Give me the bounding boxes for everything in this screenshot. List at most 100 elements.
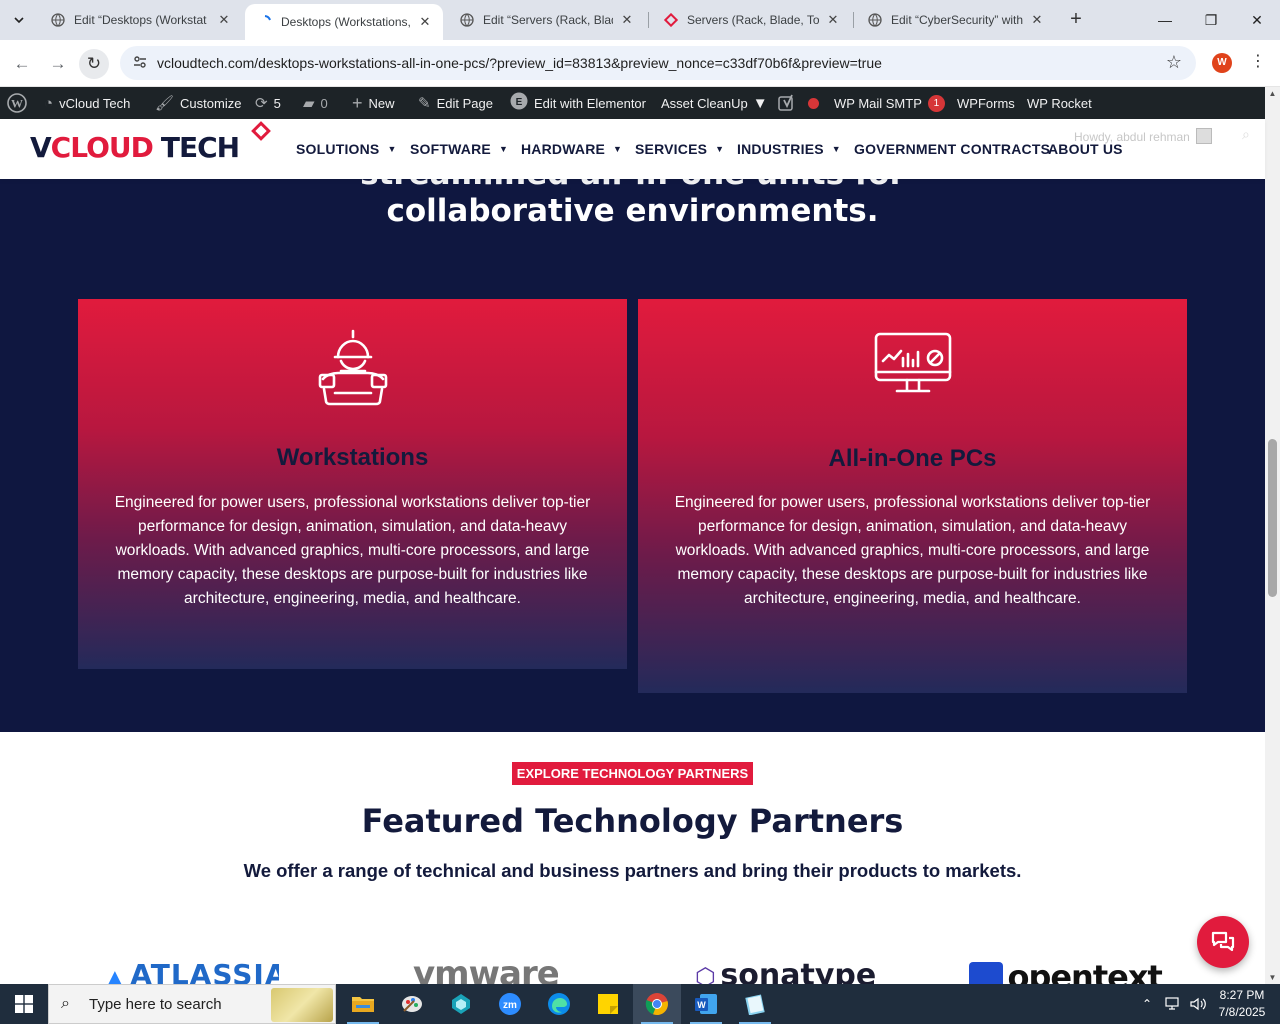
new-label: New — [368, 95, 395, 111]
wpforms-label: WPForms — [957, 95, 1015, 111]
search-icon: ⌕ — [61, 995, 70, 1012]
updates-count: 5 — [273, 95, 281, 111]
adminbar-edit-page[interactable]: ✎ Edit Page — [418, 87, 493, 119]
menu-government-contracts[interactable]: GOVERNMENT CONTRACTS — [854, 141, 1050, 157]
howdy-user[interactable]: Howdy, abdul rehman — [1074, 128, 1212, 144]
paintbrush-icon: 🖌 — [155, 95, 175, 112]
scroll-thumb[interactable] — [1268, 439, 1277, 597]
opentext-square-icon — [969, 962, 1003, 984]
adminbar-wp-rocket[interactable]: WP Rocket — [1027, 87, 1092, 119]
tab-desktops-preview[interactable]: Desktops (Workstations, ✕ — [245, 4, 443, 40]
search-placeholder: Type here to search — [89, 996, 222, 1013]
tab-edit-servers[interactable]: Edit “Servers (Rack, Blade ✕ — [447, 4, 645, 36]
adminbar-updates[interactable]: ⟳ 5 — [255, 87, 281, 119]
yoast-icon[interactable] — [778, 87, 796, 119]
tab-edit-desktops[interactable]: Edit “Desktops (Workstat ✕ — [38, 4, 242, 36]
card-title: Workstations — [276, 444, 429, 471]
browser-menu-icon[interactable]: ⋮ — [1250, 51, 1266, 71]
new-tab-plus-icon[interactable]: + — [1064, 8, 1088, 32]
taskbar-search-input[interactable]: ⌕ Type here to search — [48, 984, 336, 1024]
scroll-down-icon[interactable]: ▼ — [1265, 973, 1280, 982]
profile-avatar[interactable]: W — [1212, 53, 1232, 73]
site-settings-icon[interactable] — [132, 54, 150, 72]
close-tab-icon[interactable]: ✕ — [417, 14, 433, 30]
wp-mail-smtp-label: WP Mail SMTP — [834, 95, 922, 111]
close-tab-icon[interactable]: ✕ — [1029, 12, 1045, 28]
windows-start-icon[interactable] — [0, 984, 48, 1024]
close-tab-icon[interactable]: ✕ — [619, 12, 635, 28]
browser-tab-strip: Edit “Desktops (Workstat ✕ Desktops (Wor… — [0, 0, 1280, 40]
logo-text: vmware — [413, 954, 558, 984]
site-name-label: vCloud Tech — [59, 95, 131, 111]
adminbar-comments[interactable]: ▰ 0 — [303, 87, 328, 119]
browser-toolbar: ← → ↻ vcloudtech.com/desktops-workstatio… — [0, 40, 1280, 87]
minimize-icon[interactable]: — — [1142, 0, 1188, 40]
close-window-icon[interactable]: ✕ — [1234, 0, 1280, 40]
forward-arrow-icon[interactable]: → — [43, 49, 73, 79]
clock-date: 7/8/2025 — [1218, 1005, 1266, 1019]
edge-browser-icon[interactable] — [535, 984, 583, 1024]
tab-title: Edit “Servers (Rack, Blade — [483, 13, 613, 27]
menu-hardware[interactable]: HARDWARE ▼ — [521, 141, 622, 157]
close-tab-icon[interactable]: ✕ — [825, 12, 841, 28]
volume-icon[interactable] — [1190, 984, 1208, 1024]
teal-app-icon[interactable] — [437, 984, 485, 1024]
adminbar-site-name[interactable]: ◔ vCloud Tech — [44, 87, 130, 119]
adminbar-new[interactable]: + New — [352, 87, 395, 119]
paint-app-icon[interactable] — [388, 984, 436, 1024]
red-status-dot[interactable] — [808, 87, 819, 119]
pencil-icon: ✎ — [418, 95, 431, 112]
page-scrollbar[interactable]: ▲ ▼ — [1265, 87, 1280, 984]
card-description: Engineered for power users, professional… — [114, 494, 591, 607]
chrome-browser-icon[interactable] — [633, 984, 681, 1024]
close-tab-icon[interactable]: ✕ — [216, 12, 232, 28]
restore-icon[interactable]: ❐ — [1188, 0, 1234, 40]
scroll-up-icon[interactable]: ▲ — [1265, 89, 1280, 98]
zoom-icon[interactable]: zm — [486, 984, 534, 1024]
file-explorer-icon[interactable] — [339, 984, 387, 1024]
chevron-down-icon: ▼ — [715, 144, 725, 154]
svg-text:W: W — [11, 97, 23, 111]
url-text[interactable]: vcloudtech.com/desktops-workstations-all… — [157, 55, 882, 71]
tab-edit-cybersecurity[interactable]: Edit “CyberSecurity” with ✕ — [855, 4, 1055, 36]
adminbar-customize[interactable]: 🖌 Customize — [155, 87, 241, 119]
adminbar-wpforms[interactable]: WPForms — [957, 87, 1015, 119]
search-icon[interactable]: ⌕ — [1242, 126, 1250, 143]
adminbar-edit-elementor[interactable]: E Edit with Elementor — [510, 87, 646, 119]
tab-title: Edit “Desktops (Workstat — [74, 13, 207, 27]
tab-search-button[interactable] — [6, 8, 32, 32]
card-description: Engineered for power users, professional… — [674, 494, 1151, 607]
bookmark-star-icon[interactable]: ☆ — [1166, 52, 1182, 73]
word-icon[interactable]: W — [682, 984, 730, 1024]
notepad-icon[interactable] — [731, 984, 779, 1024]
tab-separator — [648, 12, 649, 28]
taskbar-clock[interactable]: 8:27 PM 7/8/2025 — [1212, 987, 1272, 1021]
address-bar[interactable]: vcloudtech.com/desktops-workstations-all… — [120, 46, 1196, 80]
wordpress-logo-icon[interactable]: W — [7, 87, 27, 119]
menu-software[interactable]: SOFTWARE ▼ — [410, 141, 508, 157]
sticky-notes-icon[interactable] — [584, 984, 632, 1024]
adminbar-wp-mail-smtp[interactable]: WP Mail SMTP 1 — [834, 87, 945, 119]
vcloud-tech-logo[interactable]: VCLOUD TECH — [30, 131, 240, 164]
back-arrow-icon[interactable]: ← — [7, 49, 37, 79]
adminbar-asset-cleanup[interactable]: Asset CleanUp ▼ — [661, 87, 768, 119]
globe-icon — [867, 12, 883, 28]
edit-page-label: Edit Page — [436, 95, 493, 111]
chevron-down-icon: ▼ — [831, 144, 841, 154]
menu-services[interactable]: SERVICES ▼ — [635, 141, 724, 157]
tab-title: Desktops (Workstations, — [281, 15, 411, 29]
chat-button[interactable] — [1197, 916, 1249, 968]
tab-servers-page[interactable]: Servers (Rack, Blade, Tow ✕ — [651, 4, 851, 36]
logo-diamond-icon — [251, 121, 271, 141]
all-in-one-pcs-card[interactable]: All-in-One PCs Engineered for power user… — [638, 299, 1187, 693]
menu-label: HARDWARE — [521, 141, 606, 157]
clock-time: 8:27 PM — [1219, 988, 1265, 1002]
reload-icon[interactable]: ↻ — [79, 49, 109, 79]
workstations-card[interactable]: Workstations Engineered for power users,… — [78, 299, 627, 669]
chevron-down-icon — [14, 17, 24, 24]
network-icon[interactable] — [1165, 984, 1181, 1024]
menu-solutions[interactable]: SOLUTIONS ▼ — [296, 141, 397, 157]
show-hidden-icons-chevron-icon[interactable]: ⌃ — [1142, 984, 1152, 1024]
menu-industries[interactable]: INDUSTRIES ▼ — [737, 141, 841, 157]
partners-subtitle: We offer a range of technical and busine… — [243, 860, 1022, 881]
